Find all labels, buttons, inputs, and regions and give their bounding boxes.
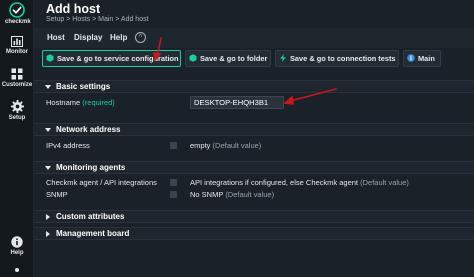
button-label: Save & go to service configuration: [57, 54, 179, 63]
page-title: Add host: [46, 2, 101, 16]
section-title: Network address: [56, 125, 121, 134]
sidebar-item-monitor[interactable]: Monitor: [0, 36, 34, 55]
triangle-down-icon: [45, 85, 51, 89]
checkmk-logo-icon: [9, 2, 25, 18]
triangle-right-icon: [46, 214, 50, 220]
section-title: Basic settings: [56, 82, 111, 91]
breadcrumb: Setup > Hosts > Main > Add host: [46, 16, 149, 23]
sidebar: checkmk Monitor Customize Setup Help: [0, 0, 34, 277]
sidebar-dot: [15, 268, 19, 272]
default-value-note: (Default value): [225, 190, 275, 199]
agent-value-text: API integrations if configured, else Che…: [190, 178, 359, 187]
hostname-label-text: Hostname: [46, 98, 81, 107]
sidebar-item-label: Monitor: [6, 49, 28, 55]
menu-collapse-toggle[interactable]: ^: [135, 32, 146, 43]
button-label: Save & go to connection tests: [290, 54, 396, 63]
agent-checkbox[interactable]: [170, 179, 177, 186]
info-icon: [11, 236, 23, 248]
ipv4-checkbox[interactable]: [170, 142, 177, 149]
hostname-row: Hostname (required) DESKTOP-EHQH3B1: [34, 96, 474, 109]
hostname-input[interactable]: DESKTOP-EHQH3B1: [190, 96, 284, 109]
sidebar-item-setup[interactable]: Setup: [0, 100, 34, 121]
info-icon: [407, 54, 415, 62]
triangle-right-icon: [46, 231, 50, 237]
section-network-address[interactable]: Network address: [34, 123, 474, 136]
snmp-row: SNMP No SNMP (Default value): [34, 188, 474, 201]
triangle-down-icon: [45, 128, 51, 132]
sidebar-item-label: Setup: [8, 115, 26, 121]
default-value-note: (Default value): [360, 178, 409, 187]
sidebar-item-label: Customize: [1, 82, 33, 88]
section-title: Management board: [56, 229, 130, 238]
sidebar-item-customize[interactable]: Customize: [0, 68, 34, 88]
agent-value: API integrations if configured, else Che…: [190, 178, 409, 187]
save-service-config-button[interactable]: Save & go to service configuration: [42, 50, 181, 67]
save-icon: [189, 54, 197, 62]
main-content: Add host Setup > Hosts > Main > Add host…: [34, 0, 474, 277]
save-folder-button[interactable]: Save & go to folder: [185, 50, 271, 67]
triangle-down-icon: [45, 166, 51, 170]
toolbar: Save & go to service configuration Save …: [42, 50, 472, 67]
snmp-checkbox[interactable]: [170, 191, 177, 198]
ipv4-row: IPv4 address empty (Default value): [34, 139, 474, 152]
menu-display[interactable]: Display: [74, 33, 102, 42]
section-title: Custom attributes: [56, 212, 125, 221]
section-basic-settings[interactable]: Basic settings: [34, 80, 474, 93]
menu-host[interactable]: Host: [47, 33, 65, 42]
save-icon: [46, 54, 54, 62]
hostname-label: Hostname (required): [46, 98, 115, 107]
snmp-label: SNMP: [46, 190, 68, 199]
agent-label: Checkmk agent / API integrations: [46, 178, 157, 187]
snmp-value: No SNMP (Default value): [190, 190, 274, 199]
menubar: Host Display Help ^: [34, 28, 474, 48]
ipv4-label: IPv4 address: [46, 141, 90, 150]
section-monitoring-agents[interactable]: Monitoring agents: [34, 161, 474, 174]
ipv4-value-text: empty: [190, 141, 211, 150]
ipv4-value: empty (Default value): [190, 141, 261, 150]
checkmk-logo[interactable]: checkmk: [5, 2, 31, 25]
main-button[interactable]: Main: [403, 50, 441, 67]
snmp-value-text: No SNMP: [190, 190, 224, 199]
gear-icon: [10, 100, 24, 113]
lightning-icon: [280, 54, 286, 62]
button-label: Save & go to folder: [200, 54, 268, 63]
sidebar-item-label: Help: [10, 250, 24, 256]
grid-icon: [11, 68, 23, 80]
default-value-note: (Default value): [212, 141, 262, 150]
sidebar-item-help[interactable]: Help: [0, 236, 34, 256]
menu-help[interactable]: Help: [110, 33, 127, 42]
section-title: Monitoring agents: [56, 163, 126, 172]
logo-text: checkmk: [5, 19, 31, 25]
section-custom-attributes[interactable]: Custom attributes: [34, 210, 474, 223]
save-connection-tests-button[interactable]: Save & go to connection tests: [275, 50, 399, 67]
required-marker: (required): [82, 98, 115, 107]
section-management-board[interactable]: Management board: [34, 227, 474, 240]
bar-chart-icon: [11, 36, 23, 47]
button-label: Main: [418, 54, 435, 63]
